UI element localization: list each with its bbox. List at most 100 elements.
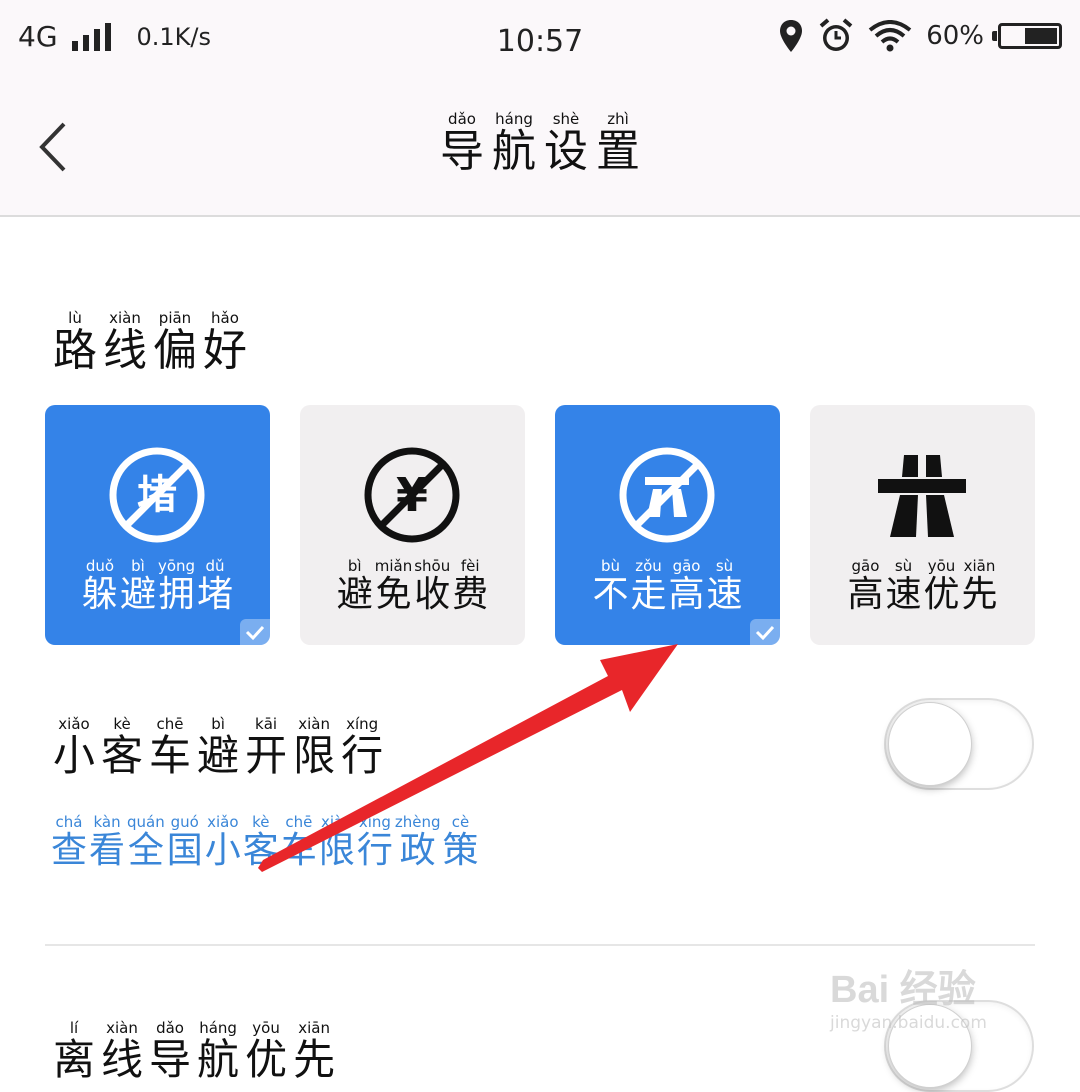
option-avoid-congestion[interactable]: 堵 duǒ 躲 bì 避 yōng 拥 dǔ 堵 — [45, 405, 270, 645]
pinyin-reading: miǎn — [374, 557, 413, 575]
watermark-brand: Bai 经验 — [830, 969, 976, 1011]
hanzi-character: 躲 — [81, 574, 118, 615]
pinyin-character: miǎn 免 — [375, 557, 412, 615]
pinyin-character: gāo 高 — [847, 557, 883, 615]
pinyin-reading: sù — [894, 557, 913, 575]
pinyin-character: chē 车 — [149, 715, 191, 779]
hanzi-character: 离 — [53, 1035, 96, 1084]
pinyin-character: kāi 开 — [245, 715, 287, 779]
status-bar: 4G 0.1K/s 10:57 60% — [0, 0, 1080, 82]
wifi-icon — [868, 20, 912, 52]
hanzi-character: 设 — [544, 126, 588, 177]
hanzi-character: 费 — [452, 574, 489, 615]
pinyin-character: kè 客 — [101, 715, 143, 779]
pinyin-character: yōng 拥 — [158, 557, 195, 615]
pinyin-reading: bù — [600, 557, 620, 575]
hanzi-character: 收 — [414, 574, 451, 615]
checkmark-icon — [750, 619, 780, 645]
hanzi-character: 走 — [630, 574, 667, 615]
app-header: dǎo 导 háng 航 shè 设 zhì 置 — [0, 82, 1080, 217]
option-label: bù 不 zǒu 走 gāo 高 sù 速 — [555, 557, 780, 615]
pinyin-character: dǎo 导 — [440, 110, 484, 176]
hanzi-character: 置 — [596, 126, 640, 177]
pinyin-character: xiǎo 小 — [53, 715, 95, 779]
pinyin-character: duǒ 躲 — [82, 557, 118, 615]
route-preference-options: 堵 duǒ 躲 bì 避 yōng 拥 dǔ 堵 ¥ bì 避 miǎn 免 shōu 收 fèi 费 bù — [45, 405, 1035, 645]
hanzi-character: 高 — [668, 574, 705, 615]
avoid-restriction-toggle[interactable] — [884, 698, 1034, 790]
hanzi-character: 优 — [923, 574, 960, 615]
pinyin-reading: sù — [715, 557, 734, 575]
pinyin-character: fèi 费 — [452, 557, 488, 615]
pinyin-character: piān 偏 — [153, 309, 197, 375]
pinyin-character: dǎo 导 — [149, 1019, 191, 1083]
pinyin-character: gāo 高 — [669, 557, 705, 615]
hanzi-character: 先 — [961, 574, 998, 615]
pinyin-character: bì 避 — [197, 715, 239, 779]
pinyin-character: sù 速 — [707, 557, 743, 615]
option-avoid-tolls[interactable]: ¥ bì 避 miǎn 免 shōu 收 fèi 费 — [300, 405, 525, 645]
pinyin-reading: shōu — [414, 557, 451, 575]
avoid-tolls-icon: ¥ — [364, 447, 460, 543]
pinyin-reading: gāo — [851, 557, 880, 575]
battery-icon — [992, 23, 1062, 49]
pinyin-character: xiān 先 — [962, 557, 998, 615]
pinyin-character: shè 设 — [544, 110, 588, 176]
hanzi-character: 导 — [149, 1035, 192, 1084]
pinyin-reading: xiàn — [320, 813, 353, 831]
highway-icon — [878, 455, 966, 537]
pinyin-character: xiàn 限 — [293, 715, 335, 779]
pinyin-character: shōu 收 — [414, 557, 450, 615]
hanzi-character: 行 — [341, 731, 384, 780]
restriction-policy-link[interactable]: chá 查 kàn 看 quán 全 guó 国 xiǎo 小 kè 客 chē 车 xiàn 限 xíng 行 z… — [50, 812, 480, 871]
pinyin-reading: gāo — [672, 557, 701, 575]
hanzi-character: 好 — [203, 325, 247, 376]
hanzi-character: 全 — [127, 830, 164, 871]
hanzi-character: 行 — [356, 830, 393, 871]
pinyin-character: xiàn 线 — [101, 1019, 143, 1083]
pinyin-character: háng 航 — [492, 110, 536, 176]
hanzi-character: 小 — [204, 830, 241, 871]
pinyin-character: cè 策 — [443, 813, 479, 871]
hanzi-character: 车 — [149, 731, 192, 780]
pinyin-reading: dǔ — [205, 557, 225, 575]
pinyin-character: xíng 行 — [341, 715, 383, 779]
hanzi-character: 先 — [293, 1035, 336, 1084]
pinyin-reading: cè — [451, 813, 470, 831]
hanzi-character: 导 — [440, 126, 484, 177]
hanzi-character: 航 — [197, 1035, 240, 1084]
alarm-icon — [819, 18, 853, 51]
hanzi-character: 免 — [375, 574, 412, 615]
pinyin-reading: fèi — [460, 557, 480, 575]
pinyin-character: xiàn 限 — [319, 813, 355, 871]
toggle-knob — [888, 702, 972, 786]
pinyin-reading: zǒu — [635, 557, 662, 575]
avoid-restriction-label: xiǎo 小 kè 客 chē 车 bì 避 kāi 开 xiàn 限 xíng 行 — [50, 714, 386, 779]
option-highway-priority[interactable]: gāo 高 sù 速 yōu 优 xiān 先 — [810, 405, 1035, 645]
option-label: gāo 高 sù 速 yōu 优 xiān 先 — [810, 557, 1035, 615]
pinyin-reading: yōng — [157, 557, 196, 575]
hanzi-character: 避 — [197, 731, 240, 780]
pinyin-character: zhì 置 — [596, 110, 640, 176]
page-title: dǎo 导 háng 航 shè 设 zhì 置 — [436, 110, 644, 176]
avoid-congestion-icon: 堵 — [109, 447, 205, 543]
offline-priority-label: lí 离 xiàn 线 dǎo 导 háng 航 yōu 优 xiān 先 — [50, 1018, 338, 1083]
pinyin-character: zhèng 政 — [395, 813, 441, 871]
pinyin-character: sù 速 — [885, 557, 921, 615]
pinyin-character: guó 国 — [167, 813, 203, 871]
battery-percent: 60% — [926, 21, 984, 51]
option-no-highway[interactable]: bù 不 zǒu 走 gāo 高 sù 速 — [555, 405, 780, 645]
pinyin-character: xiàn 线 — [103, 309, 147, 375]
hanzi-character: 优 — [245, 1035, 288, 1084]
hanzi-character: 航 — [492, 126, 536, 177]
hanzi-character: 限 — [293, 731, 336, 780]
svg-text:堵: 堵 — [137, 472, 177, 518]
pinyin-reading: chē — [285, 813, 313, 831]
pinyin-character: lí 离 — [53, 1019, 95, 1083]
hanzi-character: 客 — [101, 731, 144, 780]
hanzi-character: 拥 — [158, 574, 195, 615]
pinyin-character: xiǎo 小 — [205, 813, 241, 871]
pinyin-character: kàn 看 — [89, 813, 125, 871]
pinyin-character: yōu 优 — [245, 1019, 287, 1083]
pinyin-reading: yōu — [927, 557, 956, 575]
